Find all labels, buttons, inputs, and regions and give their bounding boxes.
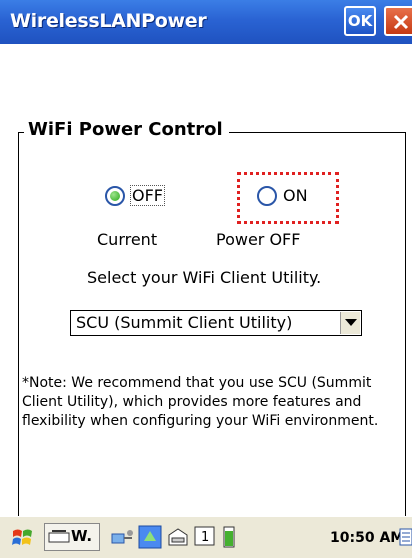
group-title: WiFi Power Control [24, 119, 229, 140]
chevron-down-icon [345, 319, 357, 326]
utility-prompt: Select your WiFi Client Utility. [87, 268, 322, 287]
close-icon [393, 14, 409, 30]
running-program-button[interactable]: W. [44, 523, 100, 551]
program-label: W. [71, 527, 93, 545]
digit-icon[interactable]: 1 [194, 525, 216, 547]
battery-icon[interactable] [222, 525, 236, 549]
status-value: Power OFF [216, 230, 301, 249]
window-title: WirelessLANPower [10, 10, 207, 32]
network-icon[interactable] [110, 525, 134, 549]
clock[interactable]: 10:50 AM [330, 530, 404, 546]
radio-off[interactable] [105, 186, 125, 206]
radio-on[interactable] [257, 186, 277, 206]
dropdown-button[interactable] [340, 312, 360, 334]
sync-icon[interactable] [138, 525, 162, 549]
start-flag-icon[interactable] [10, 525, 36, 551]
close-button[interactable] [384, 6, 412, 36]
radio-selected-dot [110, 191, 120, 201]
input-panel-icon[interactable] [166, 525, 190, 549]
keyboard-sip-icon [48, 530, 70, 543]
client-utility-value: SCU (Summit Client Utility) [76, 313, 293, 332]
group-box [18, 132, 406, 542]
radio-off-label[interactable]: OFF [130, 185, 165, 206]
ok-button[interactable]: OK [344, 6, 376, 36]
note-text: *Note: We recommend that you use SCU (Su… [22, 375, 379, 429]
radio-on-label[interactable]: ON [283, 186, 308, 205]
status-label: Current [97, 230, 158, 249]
svg-text:1: 1 [201, 530, 209, 545]
client-utility-select[interactable]: SCU (Summit Client Utility) [70, 310, 362, 336]
main-panel: WiFi Power Control OFF ON Current Power … [0, 44, 412, 542]
taskbar: W. 1 10:50 AM [0, 516, 412, 558]
signal-icon[interactable] [398, 525, 412, 549]
title-bar: WirelessLANPower OK [0, 0, 412, 44]
